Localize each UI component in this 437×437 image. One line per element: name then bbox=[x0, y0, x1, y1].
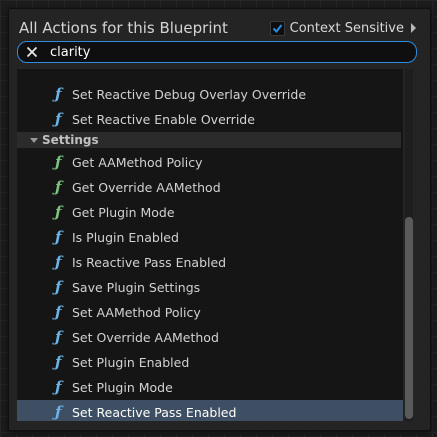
function-icon: ƒ bbox=[55, 328, 62, 346]
function-icon: ƒ bbox=[55, 228, 62, 246]
scrollbar-thumb[interactable] bbox=[405, 217, 413, 419]
category-label: Settings bbox=[42, 133, 99, 147]
function-icon: ƒ bbox=[55, 378, 62, 396]
function-icon: ƒ bbox=[55, 110, 62, 128]
list-item[interactable]: ƒ Set AAMethod Policy bbox=[17, 300, 403, 325]
list-item-label: Save Plugin Settings bbox=[72, 280, 201, 295]
list-item[interactable]: ƒ Get Plugin Mode bbox=[17, 200, 403, 225]
function-icon: ƒ bbox=[55, 353, 62, 371]
list-item-label: Set Plugin Enabled bbox=[72, 355, 190, 370]
list-item-label: Get Plugin Mode bbox=[72, 205, 175, 220]
list-item-label: Set Reactive Debug Overlay Override bbox=[72, 87, 307, 102]
function-icon: ƒ bbox=[55, 253, 62, 271]
list-item-label: Set Reactive Enable Override bbox=[72, 112, 255, 127]
list-item-label: Get AAMethod Policy bbox=[72, 155, 203, 170]
list-item[interactable]: ƒ Set Plugin Enabled bbox=[17, 350, 403, 375]
list-item[interactable]: ƒ Set Plugin Mode bbox=[17, 375, 403, 400]
expand-arrow-icon[interactable] bbox=[411, 23, 416, 33]
list-item-label: Set Plugin Mode bbox=[72, 380, 173, 395]
function-icon: ƒ bbox=[55, 85, 62, 103]
category-settings[interactable]: Settings bbox=[17, 132, 401, 148]
function-icon: ƒ bbox=[55, 303, 62, 321]
list-item[interactable]: ƒ Is Plugin Enabled bbox=[17, 225, 403, 250]
pure-function-icon: ƒ bbox=[55, 153, 62, 171]
search-input[interactable] bbox=[50, 44, 390, 60]
menu-title: All Actions for this Blueprint bbox=[19, 19, 228, 37]
context-sensitive-checkbox[interactable] bbox=[269, 20, 285, 36]
list-item-label: Set Override AAMethod bbox=[72, 330, 219, 345]
list-item[interactable]: ƒ Get Override AAMethod bbox=[17, 175, 403, 200]
context-sensitive-label: Context Sensitive bbox=[289, 20, 404, 36]
list-item[interactable]: ƒ Set Reactive Enable Override bbox=[17, 107, 403, 132]
context-sensitive-toggle[interactable]: Context Sensitive bbox=[269, 19, 416, 37]
list-item-label: Set AAMethod Policy bbox=[72, 305, 201, 320]
list-item-label: Set Reactive Pass Enabled bbox=[72, 405, 237, 420]
action-list: ƒ Set Reactive Debug Overlay Override ƒ … bbox=[17, 69, 403, 421]
list-item[interactable]: ƒ Set Reactive Debug Overlay Override bbox=[17, 82, 403, 107]
pure-function-icon: ƒ bbox=[55, 203, 62, 221]
list-item-selected[interactable]: ƒ Set Reactive Pass Enabled bbox=[17, 400, 403, 421]
list-item-label: Is Plugin Enabled bbox=[72, 230, 179, 245]
list-item[interactable]: ƒ Is Reactive Pass Enabled bbox=[17, 250, 403, 275]
function-icon: ƒ bbox=[55, 278, 62, 296]
list-item-label: Get Override AAMethod bbox=[72, 180, 221, 195]
close-icon[interactable] bbox=[24, 44, 40, 60]
pure-function-icon: ƒ bbox=[55, 178, 62, 196]
list-item-label: Is Reactive Pass Enabled bbox=[72, 255, 227, 270]
expand-triangle-icon[interactable] bbox=[30, 137, 38, 143]
checkmark-icon bbox=[272, 23, 282, 33]
list-item[interactable]: ƒ Save Plugin Settings bbox=[17, 275, 403, 300]
function-icon: ƒ bbox=[55, 403, 62, 421]
action-menu: All Actions for this Blueprint Context S… bbox=[8, 8, 431, 431]
list-item[interactable]: ƒ Set Override AAMethod bbox=[17, 325, 403, 350]
list-item[interactable]: ƒ Get AAMethod Policy bbox=[17, 150, 403, 175]
search-box[interactable] bbox=[17, 41, 417, 63]
